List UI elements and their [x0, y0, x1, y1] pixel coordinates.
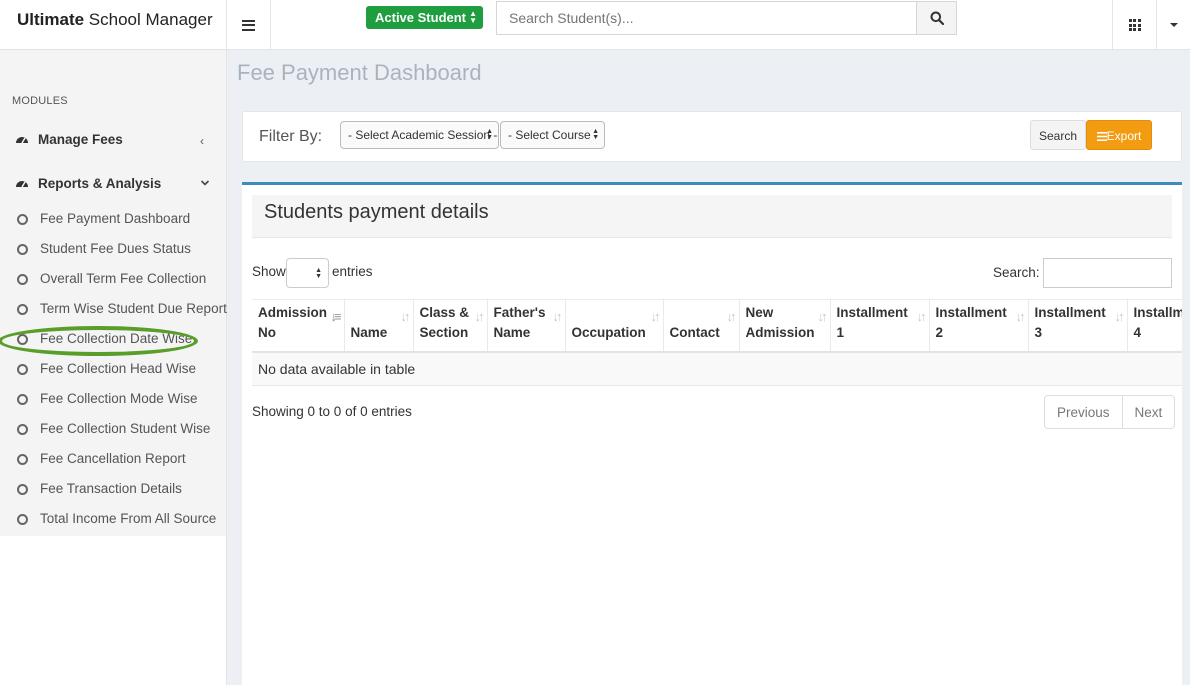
sidebar-item-student-fee-dues-status[interactable]: Student Fee Dues Status	[0, 238, 226, 264]
sort-icon: ↓↑	[474, 309, 485, 324]
table-header-row: Admission No ↓≡ Name ↓↑ Class & Section ↓↑ Fa…	[252, 299, 1182, 353]
next-page-button[interactable]: Next	[1121, 396, 1175, 428]
sidebar-item-fee-payment-dashboard[interactable]: Fee Payment Dashboard	[0, 208, 226, 234]
column-header-installment-4[interactable]: Installment4	[1127, 299, 1182, 353]
circle-icon	[17, 244, 28, 255]
filter-search-button[interactable]: Search	[1030, 120, 1086, 150]
pagination: Previous Next	[1044, 395, 1176, 429]
top-header: Ultimate School Manager Active Student ▲…	[0, 0, 1190, 50]
filter-bar: Filter By: - Select Academic Session - ▲…	[242, 111, 1182, 162]
sidebar-item-fee-collection-student-wise[interactable]: Fee Collection Student Wise	[0, 418, 226, 444]
column-header-name[interactable]: Name ↓↑	[344, 299, 414, 353]
sort-icon: ↓↑	[817, 309, 828, 324]
chevron-down-icon	[200, 180, 210, 186]
circle-icon	[17, 454, 28, 465]
table-info: Showing 0 to 0 of 0 entries	[252, 404, 412, 419]
chevron-left-icon: ‹	[200, 134, 204, 148]
sidebar-group-label: Reports & Analysis	[38, 176, 162, 191]
circle-icon	[17, 394, 28, 405]
entries-label: entries	[332, 264, 373, 279]
table-search-label: Search:	[993, 265, 1040, 280]
sidebar-item-total-income-from-all-source[interactable]: Total Income From All Source	[0, 508, 226, 534]
empty-table-message: No data available in table	[252, 351, 1182, 386]
circle-icon	[17, 484, 28, 495]
circle-icon	[17, 364, 28, 375]
sidebar-menu: MODULES Manage Fees ‹ Reports & Analysis…	[0, 50, 227, 536]
select-arrows-icon: ▲ ▼	[469, 9, 477, 25]
apps-menu-button[interactable]	[1112, 0, 1156, 50]
column-header-contact[interactable]: Contact ↓↑	[663, 299, 740, 353]
sort-asc-icon: ↓≡	[330, 309, 341, 324]
sort-icon: ↓↑	[650, 309, 661, 324]
sort-icon: ↓↑	[726, 309, 737, 324]
user-menu-button[interactable]	[1156, 0, 1190, 50]
sort-icon: ↓↑	[1015, 309, 1026, 324]
sidebar-section-title: MODULES	[12, 95, 68, 107]
list-icon	[1096, 132, 1107, 141]
column-header-installment-1[interactable]: Installment 1 ↓↑	[830, 299, 930, 353]
caret-down-icon	[1169, 23, 1178, 27]
export-button[interactable]: Export	[1086, 120, 1152, 150]
table-row: No data available in table	[252, 351, 1182, 386]
select-arrows-icon: ▲ ▼	[486, 128, 493, 141]
sort-icon: ↓↑	[552, 309, 563, 324]
circle-icon	[17, 304, 28, 315]
student-search	[496, 1, 957, 35]
sort-icon: ↓↑	[916, 309, 927, 324]
page-title: Fee Payment Dashboard	[237, 60, 482, 85]
entries-length-select[interactable]: ▲ ▼	[286, 258, 329, 288]
search-icon	[930, 11, 944, 25]
sidebar-item-fee-transaction-details[interactable]: Fee Transaction Details	[0, 478, 226, 504]
sidebar: MODULES Manage Fees ‹ Reports & Analysis…	[0, 50, 227, 685]
sidebar-item-fee-collection-mode-wise[interactable]: Fee Collection Mode Wise	[0, 388, 226, 414]
hamburger-icon	[242, 19, 255, 31]
sidebar-item-fee-cancellation-report[interactable]: Fee Cancellation Report	[0, 448, 226, 474]
sidebar-item-fee-collection-head-wise[interactable]: Fee Collection Head Wise	[0, 358, 226, 384]
column-header-fathers-name[interactable]: Father's Name ↓↑	[487, 299, 566, 353]
column-header-class-section[interactable]: Class & Section ↓↑	[413, 299, 488, 353]
circle-icon	[17, 424, 28, 435]
circle-icon	[17, 214, 28, 225]
grid-icon	[1128, 19, 1141, 31]
sidebar-group-label: Manage Fees	[38, 132, 123, 147]
student-search-button[interactable]	[916, 2, 956, 34]
app-logo[interactable]: Ultimate School Manager	[0, 0, 227, 50]
student-search-input[interactable]	[497, 2, 917, 34]
show-label: Show	[252, 264, 286, 279]
circle-icon	[17, 334, 28, 345]
dashboard-icon	[16, 137, 28, 144]
column-header-occupation[interactable]: Occupation ↓↑	[565, 299, 664, 353]
box-title: Students payment details	[264, 201, 489, 223]
students-payment-box: Students payment details Show ▲ ▼ entries…	[242, 182, 1182, 685]
select-arrows-icon: ▲ ▼	[592, 128, 599, 141]
column-header-installment-2[interactable]: Installment 2 ↓↑	[929, 299, 1029, 353]
previous-page-button[interactable]: Previous	[1045, 396, 1122, 428]
course-select[interactable]: - Select Course - ▲ ▼	[500, 121, 605, 149]
table-search-input[interactable]	[1043, 258, 1172, 288]
filter-label: Filter By:	[259, 128, 323, 145]
payments-table: Admission No ↓≡ Name ↓↑ Class & Section ↓↑ Fa…	[252, 299, 1182, 386]
sort-icon: ↓↑	[400, 309, 411, 324]
select-arrows-icon: ▲ ▼	[315, 267, 322, 280]
table-container: Admission No ↓≡ Name ↓↑ Class & Section ↓↑ Fa…	[252, 299, 1182, 387]
sort-icon: ↓↑	[1114, 309, 1125, 324]
box-header: Students payment details	[252, 195, 1172, 238]
circle-icon	[17, 514, 28, 525]
sidebar-item-fee-collection-date-wise[interactable]: Fee Collection Date Wise	[0, 328, 226, 354]
sidebar-item-overall-term-fee-collection[interactable]: Overall Term Fee Collection	[0, 268, 226, 294]
column-header-installment-3[interactable]: Installment 3 ↓↑	[1028, 299, 1128, 353]
sidebar-toggle-button[interactable]	[227, 0, 271, 50]
academic-session-select[interactable]: - Select Academic Session - ▲ ▼	[340, 121, 499, 149]
sidebar-group-manage-fees[interactable]: Manage Fees ‹	[0, 125, 226, 155]
sidebar-group-reports-analysis[interactable]: Reports & Analysis	[0, 169, 226, 199]
column-header-admission-no[interactable]: Admission No ↓≡	[252, 299, 345, 353]
circle-icon	[17, 274, 28, 285]
column-header-new-admission[interactable]: New Admission ↓↑	[739, 299, 831, 353]
dashboard-icon	[16, 181, 28, 188]
sidebar-item-term-wise-student-due-report[interactable]: Term Wise Student Due Report	[0, 298, 227, 324]
active-student-dropdown[interactable]: Active Student ▲ ▼	[366, 6, 483, 29]
